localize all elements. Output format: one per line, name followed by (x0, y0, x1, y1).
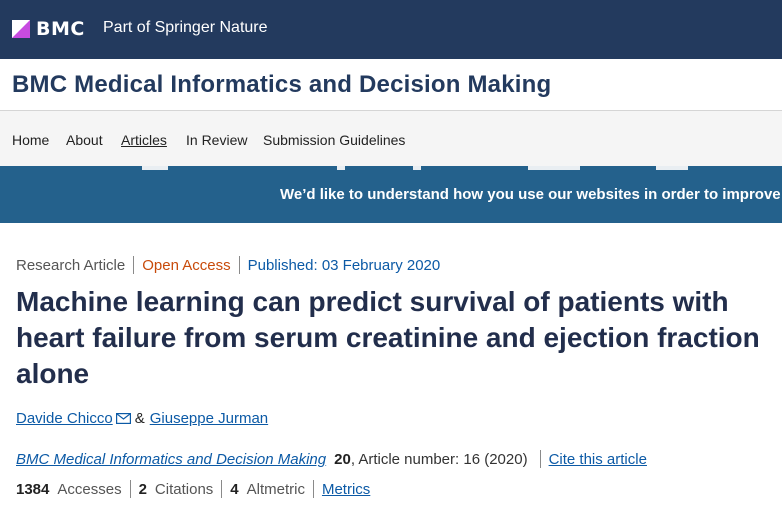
banner-decoration (142, 166, 168, 170)
divider (133, 256, 135, 274)
survey-banner[interactable]: We’d like to understand how you use our … (0, 166, 782, 223)
divider (221, 480, 223, 498)
volume-number: 20 (334, 450, 351, 468)
nav-submission-guidelines[interactable]: Submission Guidelines (263, 132, 405, 148)
journal-header: BMC Medical Informatics and Decision Mak… (0, 59, 782, 111)
banner-decoration (413, 166, 421, 170)
banner-decoration (337, 166, 345, 170)
accesses-count: 1384 (16, 480, 50, 498)
nav-in-review[interactable]: In Review (186, 132, 247, 148)
banner-text: We’d like to understand how you use our … (280, 186, 781, 203)
article-title: Machine learning can predict survival of… (16, 286, 760, 389)
nav-articles[interactable]: Articles (121, 132, 167, 148)
banner-decoration (656, 166, 688, 170)
metrics-row: 1384 Accesses 2 Citations 4 Altmetric Me… (16, 480, 370, 498)
bmc-logo-text: BMC (36, 18, 85, 40)
citations-label: Citations (154, 480, 214, 498)
author-joiner: & (134, 410, 145, 427)
springer-nature-tagline[interactable]: Part of Springer Nature (103, 19, 268, 37)
citations-count: 2 (138, 480, 147, 498)
metrics-link[interactable]: Metrics (322, 481, 370, 498)
article-number: , Article number: 16 (2020) (350, 450, 528, 468)
divider (129, 480, 131, 498)
article-type: Research Article (16, 256, 126, 274)
divider (312, 480, 314, 498)
citation-row: BMC Medical Informatics and Decision Mak… (16, 450, 647, 468)
brand-header: BMC Part of Springer Nature (0, 0, 782, 59)
published-date: Published: 03 February 2020 (247, 256, 441, 274)
author-list: Davide Chicco & Giuseppe Jurman (16, 410, 268, 427)
author-link[interactable]: Giuseppe Jurman (150, 410, 268, 427)
nav-home[interactable]: Home (12, 132, 49, 148)
mail-icon[interactable] (115, 413, 131, 424)
altmetric-count: 4 (230, 480, 239, 498)
divider (238, 256, 240, 274)
journal-link[interactable]: BMC Medical Informatics and Decision Mak… (16, 451, 326, 468)
author-link[interactable]: Davide Chicco (16, 410, 113, 427)
journal-title[interactable]: BMC Medical Informatics and Decision Mak… (12, 71, 551, 99)
nav-about[interactable]: About (66, 132, 103, 148)
accesses-label: Accesses (57, 480, 122, 498)
divider (539, 450, 541, 468)
cite-this-article-link[interactable]: Cite this article (549, 451, 647, 468)
open-access-badge: Open Access (142, 256, 231, 274)
bmc-logo-icon (12, 20, 30, 38)
altmetric-label: Altmetric (246, 480, 305, 498)
journal-nav: Home About Articles In Review Submission… (0, 111, 782, 166)
article-meta: Research Article Open Access Published: … (16, 256, 440, 274)
bmc-logo[interactable]: BMC (12, 18, 85, 40)
banner-decoration (528, 166, 580, 170)
